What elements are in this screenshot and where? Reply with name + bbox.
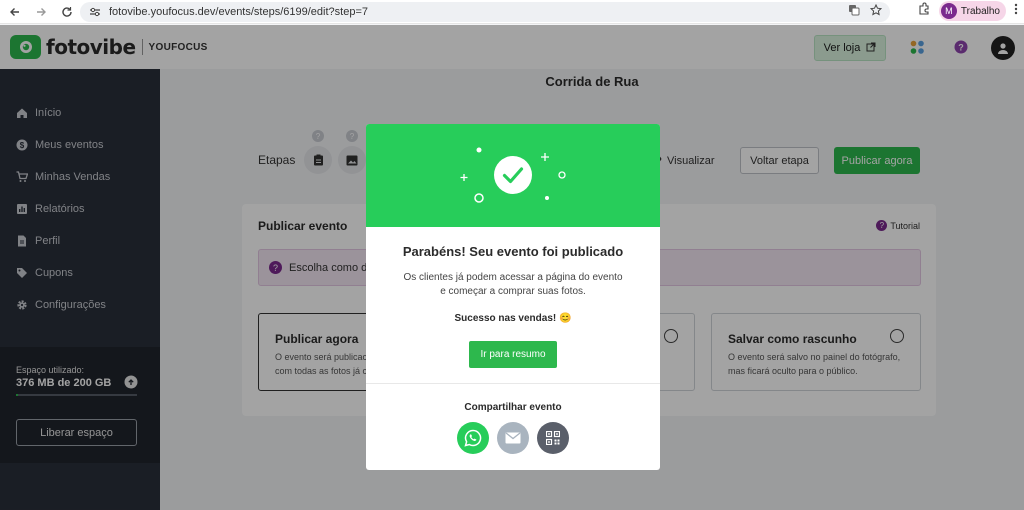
bookmark-star-icon[interactable] (869, 3, 883, 19)
browser-menu-icon[interactable] (1014, 2, 1018, 20)
modal-title: Parabéns! Seu evento foi publicado (402, 244, 624, 259)
ir-para-resumo-button[interactable]: Ir para resumo (469, 341, 557, 368)
site-settings-icon[interactable] (88, 5, 102, 19)
modal-description-line: e começar a comprar suas fotos. (440, 286, 586, 297)
profile-avatar: M (940, 3, 957, 19)
success-modal: Parabéns! Seu evento foi publicado Os cl… (366, 124, 660, 470)
profile-name: Trabalho (960, 5, 1000, 17)
modal-divider (366, 383, 660, 384)
browser-toolbar: fotovibe.youfocus.dev/events/steps/6199/… (0, 0, 1024, 24)
modal-success-text: Sucesso nas vendas! 😊 (454, 313, 572, 324)
extensions-icon[interactable] (917, 2, 931, 21)
address-bar[interactable]: fotovibe.youfocus.dev/events/steps/6199/… (80, 2, 890, 22)
qr-code-share-icon[interactable] (537, 422, 569, 454)
share-title: Compartilhar evento (464, 402, 562, 413)
translate-icon[interactable] (848, 4, 860, 19)
whatsapp-share-icon[interactable] (457, 422, 489, 454)
check-circle-icon (494, 156, 532, 194)
modal-description: Os clientes já podem acessar a página do… (366, 271, 660, 299)
reload-icon[interactable] (54, 1, 80, 23)
modal-banner (366, 124, 660, 227)
back-icon[interactable] (2, 1, 28, 23)
modal-backdrop-header (0, 25, 1024, 69)
modal-description-line: Os clientes já podem acessar a página do… (403, 272, 623, 283)
forward-icon[interactable] (28, 1, 54, 23)
url-text: fotovibe.youfocus.dev/events/steps/6199/… (109, 6, 368, 18)
profile-button[interactable]: M Trabalho (938, 1, 1006, 21)
email-share-icon[interactable] (497, 422, 529, 454)
